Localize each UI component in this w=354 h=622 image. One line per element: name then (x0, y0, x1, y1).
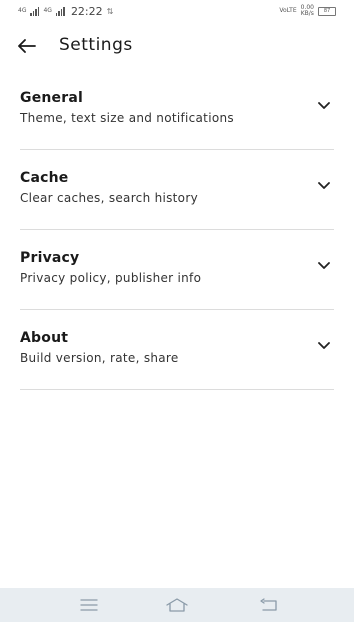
item-title: General (20, 90, 83, 106)
arrow-left-icon (18, 39, 36, 53)
item-subtitle: Build version, rate, share (20, 351, 179, 365)
network-type-2: 4G (43, 7, 52, 14)
item-subtitle: Clear caches, search history (20, 191, 198, 205)
chevron-down-icon[interactable] (318, 102, 330, 110)
speed-unit: KB/s (300, 10, 314, 17)
item-title: Privacy (20, 250, 80, 266)
settings-item-privacy[interactable]: Privacy Privacy policy, publisher info (20, 230, 334, 310)
back-button[interactable] (16, 35, 38, 57)
volte-label: VoLTE (279, 7, 297, 14)
signal-icon (30, 6, 40, 16)
recent-apps-button[interactable] (80, 597, 98, 613)
chevron-down-icon[interactable] (318, 262, 330, 270)
settings-item-cache[interactable]: Cache Clear caches, search history (20, 150, 334, 230)
network-speed: 0.00 KB/s (301, 5, 314, 17)
item-title: Cache (20, 170, 69, 186)
home-button[interactable] (166, 597, 188, 613)
menu-icon (80, 599, 98, 611)
wifi-icon: ⇅ (106, 6, 114, 16)
settings-list: General Theme, text size and notificatio… (20, 70, 334, 390)
network-type-1: 4G (18, 7, 27, 14)
back-icon (260, 598, 277, 611)
status-right: VoLTE 0.00 KB/s 87 (279, 5, 336, 17)
item-subtitle: Theme, text size and notifications (20, 111, 234, 125)
battery-icon: 87 (318, 6, 336, 16)
status-bar: 4G 4G 22:22 ⇅ VoLTE 0.00 KB/s 87 (0, 0, 354, 22)
status-left: 4G 4G 22:22 ⇅ (18, 5, 113, 18)
page-title: Settings (59, 35, 133, 55)
app-header: Settings (0, 28, 354, 64)
back-nav-button[interactable] (260, 597, 278, 613)
settings-item-general[interactable]: General Theme, text size and notificatio… (20, 70, 334, 150)
home-icon (166, 598, 188, 612)
chevron-down-icon[interactable] (318, 342, 330, 350)
battery-level: 87 (323, 8, 331, 14)
chevron-down-icon[interactable] (318, 182, 330, 190)
item-title: About (20, 330, 69, 346)
clock: 22:22 (70, 4, 103, 18)
settings-item-about[interactable]: About Build version, rate, share (20, 310, 334, 390)
item-subtitle: Privacy policy, publisher info (20, 271, 202, 285)
signal-icon-2 (55, 6, 65, 16)
system-nav-bar (0, 588, 354, 622)
